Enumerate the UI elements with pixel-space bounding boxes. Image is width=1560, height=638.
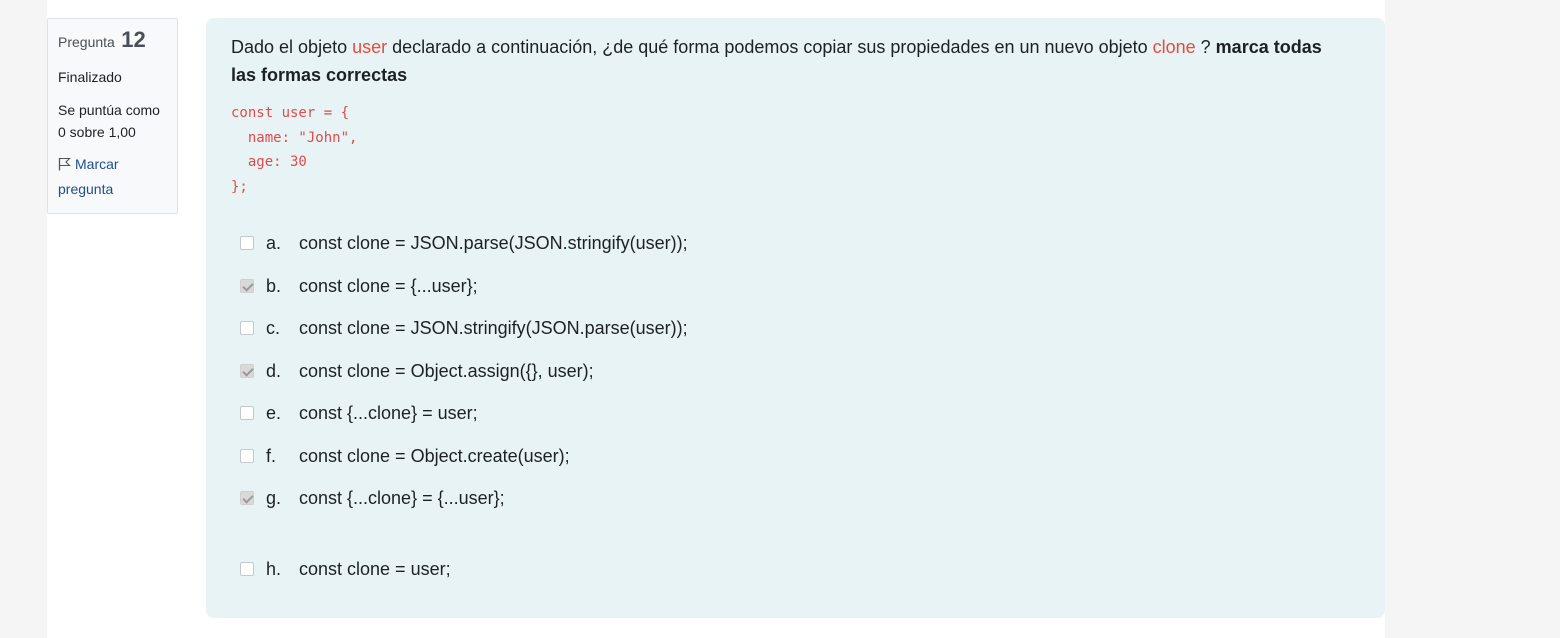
question-state: Finalizado [58, 69, 122, 85]
option-checkbox[interactable] [240, 321, 254, 335]
question-text-part-2: declarado a continuación, ¿de qué forma … [387, 37, 1153, 57]
option-text: const clone = Object.create(user); [299, 445, 570, 466]
grade-line-1: Se puntúa como [58, 102, 160, 118]
option-letter: f. [266, 445, 277, 466]
option-letter: d. [266, 360, 282, 381]
option-checkbox[interactable] [240, 279, 254, 293]
question-text: Dado el objeto user declarado a continua… [231, 33, 1331, 89]
option-d[interactable]: d. const clone = Object.assign({}, user)… [240, 359, 594, 383]
option-h[interactable]: h. const clone = user; [240, 557, 451, 581]
flag-label-line-2: pregunta [58, 181, 114, 197]
option-a[interactable]: a. const clone = JSON.parse(JSON.stringi… [240, 231, 688, 255]
option-text: const clone = JSON.stringify(JSON.parse(… [299, 317, 688, 338]
flag-icon [58, 155, 71, 178]
option-letter: a. [266, 232, 282, 253]
option-checkbox[interactable] [240, 562, 254, 576]
question-number-row: Pregunta 12 [58, 27, 167, 53]
flag-question-link[interactable]: Marcar pregunta [58, 153, 167, 201]
question-content: Dado el objeto user declarado a continua… [206, 18, 1385, 618]
code-block: const user = { name: "John", age: 30 }; [231, 105, 358, 195]
question-text-part-1: Dado el objeto [231, 37, 353, 57]
question-text-part-3: ? [1195, 37, 1216, 57]
option-letter: b. [266, 275, 282, 296]
option-checkbox[interactable] [240, 364, 254, 378]
option-letter: e. [266, 402, 282, 423]
option-checkbox[interactable] [240, 491, 254, 505]
grade-line-2: 0 sobre 1,00 [58, 124, 136, 140]
option-b[interactable]: b. const clone = {...user}; [240, 274, 478, 298]
option-letter: g. [266, 487, 282, 508]
option-c[interactable]: c. const clone = JSON.stringify(JSON.par… [240, 316, 688, 340]
option-checkbox[interactable] [240, 449, 254, 463]
option-checkbox[interactable] [240, 236, 254, 250]
option-letter: h. [266, 558, 282, 579]
question-number: 12 [121, 27, 146, 52]
option-checkbox[interactable] [240, 406, 254, 420]
question-label: Pregunta [58, 34, 115, 50]
quiz-page: Pregunta 12 Finalizado Se puntúa como 0 … [47, 0, 1385, 638]
option-e[interactable]: e. const {...clone} = user; [240, 401, 478, 425]
option-text: const clone = user; [299, 558, 451, 579]
option-text: const clone = JSON.parse(JSON.stringify(… [299, 232, 688, 253]
flag-label-line-1: Marcar [75, 156, 119, 172]
highlight-clone: clone [1152, 37, 1196, 57]
option-f[interactable]: f. const clone = Object.create(user); [240, 444, 570, 468]
option-text: const {...clone} = user; [299, 402, 478, 423]
option-letter: c. [266, 317, 281, 338]
option-text: const clone = Object.assign({}, user); [299, 360, 594, 381]
highlight-user: user [352, 37, 388, 57]
question-info-panel: Pregunta 12 Finalizado Se puntúa como 0 … [47, 18, 178, 214]
option-text: const clone = {...user}; [299, 275, 478, 296]
option-text: const {...clone} = {...user}; [299, 487, 505, 508]
option-g[interactable]: g. const {...clone} = {...user}; [240, 486, 505, 510]
question-grade: Se puntúa como 0 sobre 1,00 [58, 99, 167, 143]
